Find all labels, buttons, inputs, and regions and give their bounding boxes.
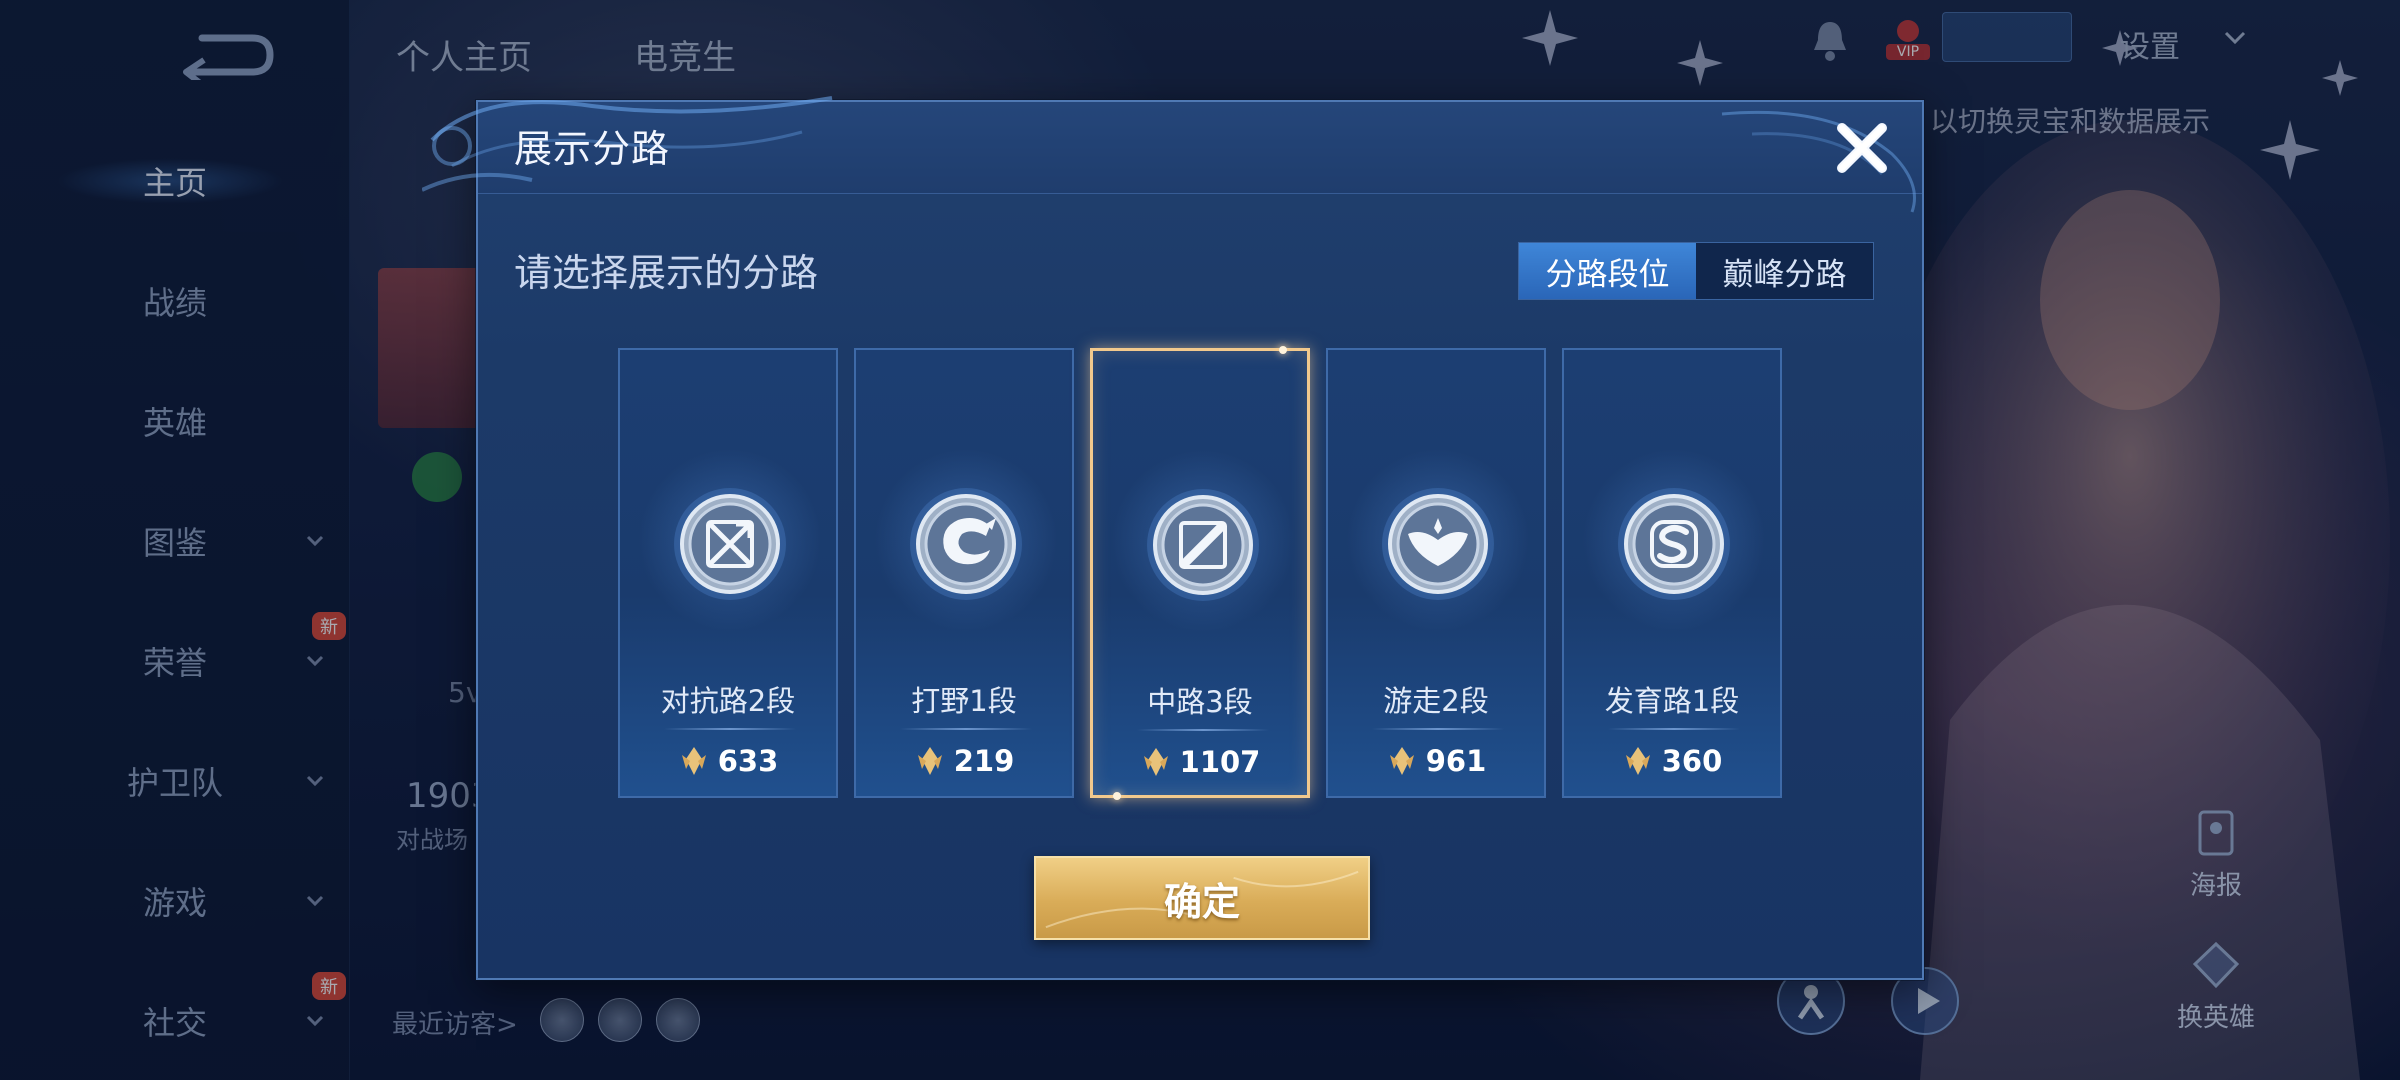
roam-wings-icon xyxy=(1382,488,1494,600)
lane-score: 1107 xyxy=(1093,745,1307,779)
lane-card-roam[interactable]: 游走2段 961 xyxy=(1326,348,1546,798)
lane-rank-label: 游走2段 xyxy=(1383,684,1489,718)
mid-lane-slash-icon xyxy=(1147,489,1259,601)
lane-score-value: 961 xyxy=(1425,744,1487,778)
card-divider xyxy=(664,728,796,730)
peak-score-icon xyxy=(681,747,706,775)
close-icon[interactable] xyxy=(1830,116,1894,180)
toggle-peak-lane[interactable]: 巅峰分路 xyxy=(1696,243,1873,299)
lane-card-mid[interactable]: 中路3段 1107 xyxy=(1090,346,1310,800)
lane-score-value: 219 xyxy=(953,744,1015,778)
lane-display-dialog: 展示分路 请选择展示的分路 分路段位 巅峰分路 对抗路2段 633 打野1段 2… xyxy=(422,96,1924,980)
lane-rank-label: 对抗路2段 xyxy=(660,684,796,718)
lane-score: 633 xyxy=(620,744,836,778)
lane-card-clash[interactable]: 对抗路2段 633 xyxy=(618,348,838,798)
confirm-button[interactable]: 确定 xyxy=(1034,856,1370,940)
lane-rank-label: 发育路1段 xyxy=(1604,684,1740,718)
peak-score-icon xyxy=(1143,748,1168,776)
lane-rank-label: 打野1段 xyxy=(911,684,1017,718)
clash-lane-sword-icon xyxy=(674,488,786,600)
selection-corner-dot xyxy=(1279,346,1287,354)
lane-select-prompt: 请选择展示的分路 xyxy=(514,251,819,295)
peak-score-icon xyxy=(1625,747,1650,775)
dialog-title: 展示分路 xyxy=(514,127,671,171)
card-divider xyxy=(1608,728,1740,730)
lane-card-farm[interactable]: 发育路1段 360 xyxy=(1562,348,1782,798)
farm-lane-s-icon xyxy=(1618,488,1730,600)
confirm-button-label: 确定 xyxy=(1163,879,1240,924)
lane-score-value: 633 xyxy=(717,744,779,778)
toggle-lane-rank[interactable]: 分路段位 xyxy=(1519,243,1696,299)
card-divider xyxy=(1137,729,1269,731)
lane-score: 219 xyxy=(856,744,1072,778)
cloud-swirl-decoration-right xyxy=(1721,110,1916,213)
peak-score-icon xyxy=(917,747,942,775)
lane-score-value: 360 xyxy=(1661,744,1723,778)
selection-corner-dot xyxy=(1113,792,1121,800)
peak-score-icon xyxy=(1389,747,1414,775)
card-divider xyxy=(1372,728,1504,730)
jungle-dragon-icon xyxy=(910,488,1022,600)
lane-score: 961 xyxy=(1328,744,1544,778)
lane-score: 360 xyxy=(1564,744,1780,778)
lane-rank-label: 中路3段 xyxy=(1147,685,1253,719)
lane-card-jungle[interactable]: 打野1段 219 xyxy=(854,348,1074,798)
lane-score-value: 1107 xyxy=(1179,745,1261,779)
card-divider xyxy=(900,728,1032,730)
lane-cards: 对抗路2段 633 打野1段 219 中路3段 1107 游走2段 961 发育… xyxy=(618,346,1784,800)
lane-mode-toggle: 分路段位 巅峰分路 xyxy=(1518,242,1874,300)
